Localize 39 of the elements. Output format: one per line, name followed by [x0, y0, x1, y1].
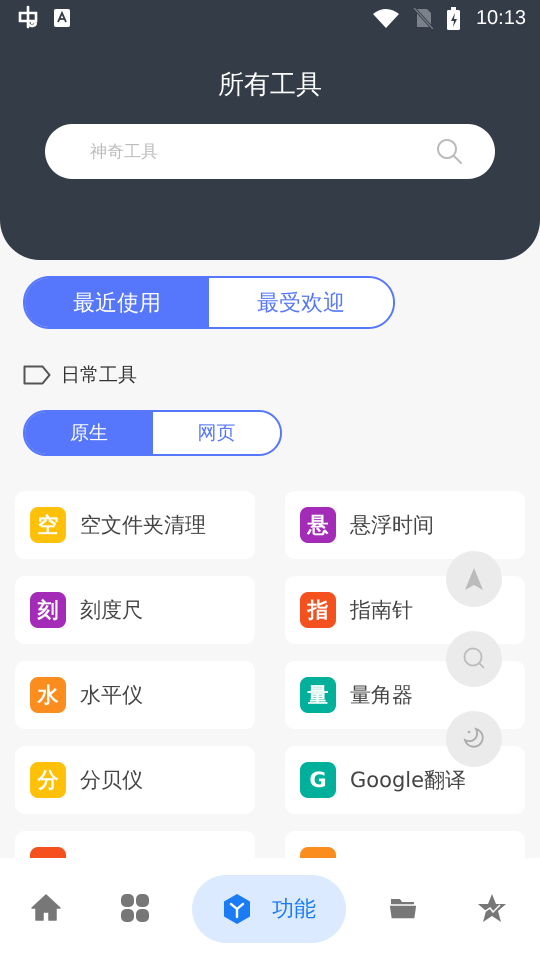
- tool-name: 量角器: [350, 682, 413, 709]
- tool-icon: 刻: [30, 592, 66, 628]
- segment-tab[interactable]: 原生: [25, 412, 152, 454]
- tool-icon: 空: [30, 507, 66, 543]
- tool-card[interactable]: 水 水平仪: [15, 661, 255, 729]
- battery-charging-icon: [446, 6, 460, 30]
- tool-name: Google翻译: [350, 767, 466, 794]
- tool-icon: 指: [300, 592, 336, 628]
- tool-name: 分贝仪: [80, 767, 143, 794]
- section-title: 日常工具: [61, 363, 137, 388]
- segment-tab[interactable]: 网页: [152, 412, 280, 454]
- tool-name: 空文件夹清理: [80, 512, 206, 539]
- clock-time: 10:13: [476, 6, 526, 30]
- tool-card[interactable]: 刻 刻度尺: [15, 576, 255, 644]
- tool-icon: G: [300, 762, 336, 798]
- wifi-icon: [372, 8, 399, 28]
- tool-icon: 量: [300, 677, 336, 713]
- tag-icon: [23, 365, 51, 385]
- tool-name: 刻度尺: [80, 597, 143, 624]
- grid-icon: [120, 893, 150, 925]
- cube-icon: [222, 893, 252, 925]
- segment-tab[interactable]: 最近使用: [25, 278, 209, 327]
- search-field[interactable]: 神奇工具: [45, 124, 495, 179]
- tool-name: 指南针: [350, 597, 413, 624]
- tool-card[interactable]: G Google翻译: [285, 746, 525, 814]
- no-sim-icon: [412, 7, 433, 29]
- star-icon: [477, 893, 507, 925]
- tool-icon: 水: [30, 677, 66, 713]
- navigation-arrow-icon: [462, 566, 486, 592]
- search-icon: [436, 138, 463, 165]
- tool-card[interactable]: 空 空文件夹清理: [15, 491, 255, 559]
- page-title: 所有工具: [217, 69, 323, 102]
- tool-name: 悬浮时间: [350, 512, 434, 539]
- tool-icon: 分: [30, 762, 66, 798]
- tool-icon: 悬: [300, 507, 336, 543]
- tool-name: 水平仪: [80, 682, 143, 709]
- segment-tab[interactable]: 最受欢迎: [209, 278, 393, 327]
- tool-card[interactable]: 分 分贝仪: [15, 746, 255, 814]
- tool-card[interactable]: 悬 悬浮时间: [285, 491, 525, 559]
